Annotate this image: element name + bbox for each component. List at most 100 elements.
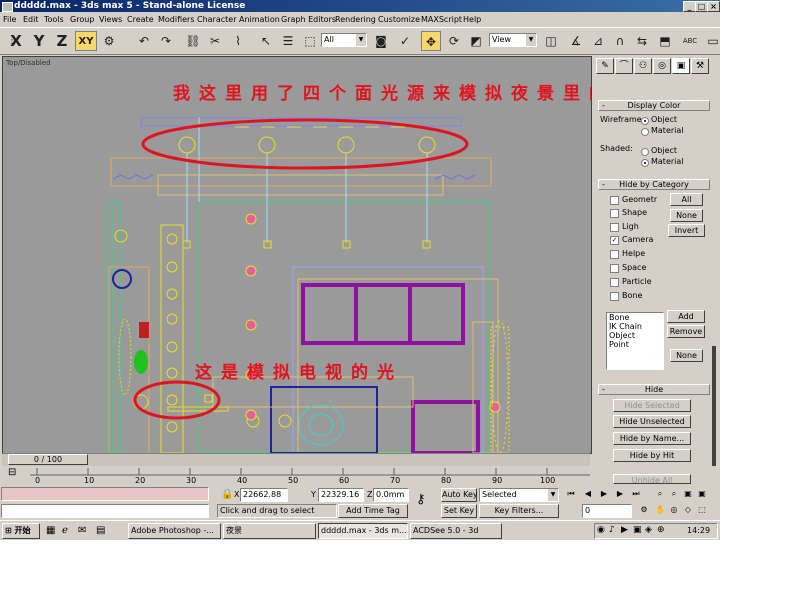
task-folder-yejing[interactable]: 夜景 (223, 523, 316, 539)
axis-xy-button[interactable]: XY (75, 31, 97, 51)
tray-icon[interactable]: ◉ (597, 525, 605, 535)
maximize-viewport-icon[interactable]: ⬚ (696, 504, 708, 516)
undo-icon[interactable]: ↶ (134, 31, 154, 51)
menu-edit[interactable]: Edit (23, 14, 39, 25)
key-mode-dropdown[interactable]: Selected ▼ (479, 488, 559, 502)
track-view-icon[interactable]: ⊟ (8, 467, 16, 478)
list-item[interactable]: Point (609, 340, 663, 349)
next-frame-icon[interactable]: ▶ (614, 488, 626, 500)
outlook-icon[interactable]: ✉ (78, 525, 86, 536)
lock-icon[interactable]: 🔒 (221, 489, 233, 500)
align-icon[interactable]: ⬒ (655, 31, 675, 51)
axis-constraint-icon[interactable]: ⚙ (99, 31, 119, 51)
category-camera-checkbox[interactable]: ✓ (610, 236, 619, 245)
menu-help[interactable]: Help (463, 14, 481, 25)
wireframe-material-radio[interactable] (641, 128, 649, 136)
previous-frame-icon[interactable]: ◀ (582, 488, 594, 500)
go-to-end-icon[interactable]: ⏭ (630, 488, 642, 500)
zoom-icon[interactable]: ⌕ (654, 488, 666, 500)
hide-by-category-rollout[interactable]: - Hide by Category (598, 179, 710, 190)
command-panel-scrollbar[interactable] (712, 346, 716, 466)
window-crossing-icon[interactable]: ◙ (371, 31, 391, 51)
close-button[interactable]: × (707, 1, 720, 12)
none-button[interactable]: None (670, 209, 703, 222)
tray-icon[interactable]: ◈ (645, 525, 652, 535)
select-move-icon[interactable]: ✓ (395, 31, 415, 51)
menu-tools[interactable]: Tools (44, 14, 64, 25)
set-key-button[interactable]: Set Key (441, 504, 477, 518)
hide-selected-button[interactable]: Hide Selected (613, 399, 691, 412)
list-item[interactable]: Bone (609, 313, 663, 322)
scale-icon[interactable]: ◩ (466, 31, 486, 51)
hide-rollout[interactable]: - Hide (598, 384, 710, 395)
list-item[interactable]: IK Chain Object (609, 322, 663, 340)
utilities-tab-icon[interactable]: ⚒ (691, 58, 709, 74)
hide-by-hit-button[interactable]: Hide by Hit (613, 449, 691, 462)
menu-graph-editors[interactable]: Graph Editors (281, 14, 336, 25)
menu-modifiers[interactable]: Modifiers (158, 14, 195, 25)
show-desktop-icon[interactable]: ▦ (46, 525, 55, 536)
axis-z-button[interactable]: Z (52, 31, 72, 51)
selection-region-icon[interactable]: ⬚ (300, 31, 320, 51)
category-shape-checkbox[interactable] (610, 209, 619, 218)
tray-icon[interactable]: ♪ (609, 525, 615, 535)
ie-icon[interactable]: ℯ (62, 525, 68, 536)
selection-filter-dropdown[interactable]: All ▼ (321, 33, 367, 47)
category-particle-checkbox[interactable] (610, 278, 619, 287)
rotate-icon[interactable]: ⟳ (444, 31, 464, 51)
coordinate-system-dropdown[interactable]: View ▼ (489, 33, 537, 47)
create-tab-icon[interactable]: ✎ (596, 58, 614, 74)
task-3dsmax[interactable]: ddddd.max - 3ds m... (318, 523, 408, 539)
arc-rotate-icon[interactable]: ◎ (668, 504, 680, 516)
wireframe-object-radio[interactable] (641, 117, 649, 125)
x-coord-field[interactable]: 22662.88 (240, 488, 288, 502)
select-object-icon[interactable]: ↖ (256, 31, 276, 51)
category-list[interactable]: Bone IK Chain Object Point (606, 312, 664, 370)
category-geometry-checkbox[interactable] (610, 196, 619, 205)
fov-icon[interactable]: ◇ (682, 504, 694, 516)
unhide-all-button[interactable]: Unhide All (613, 474, 691, 484)
clock[interactable]: 14:29 (687, 526, 710, 535)
axis-y-button[interactable]: Y (29, 31, 49, 51)
add-button[interactable]: Add (667, 310, 705, 323)
time-slider-thumb[interactable]: 0 / 100 (8, 454, 88, 465)
snap-percent-icon[interactable]: ⊿ (588, 31, 608, 51)
select-by-name-icon[interactable]: ☰ (278, 31, 298, 51)
add-time-tag-button[interactable]: Add Time Tag (338, 504, 408, 518)
category-bone-checkbox[interactable] (610, 292, 619, 301)
hide-unselected-button[interactable]: Hide Unselected (613, 415, 691, 428)
track-bar[interactable]: ⊟ 0 10 20 30 40 50 60 70 80 90 100 (0, 466, 592, 486)
hierarchy-tab-icon[interactable]: ⚇ (634, 58, 652, 74)
unlink-icon[interactable]: ✂ (205, 31, 225, 51)
key-filters-button[interactable]: Key Filters... (479, 504, 559, 518)
auto-key-button[interactable]: Auto Key (441, 488, 478, 502)
motion-tab-icon[interactable]: ◎ (653, 58, 671, 74)
top-viewport[interactable]: Top/Disabled 我这里用了四个面光源来模拟夜景里 这是模拟电视的光 (2, 56, 592, 454)
current-frame-field[interactable]: 0 (582, 504, 632, 518)
redo-icon[interactable]: ↷ (156, 31, 176, 51)
axis-x-button[interactable]: X (6, 31, 26, 51)
tray-icon[interactable]: ▶ (621, 525, 628, 535)
display-color-rollout[interactable]: - Display Color (598, 100, 710, 111)
menu-character[interactable]: Character (197, 14, 237, 25)
menu-customize[interactable]: Customize (378, 14, 420, 25)
select-link-icon[interactable]: ⛓ (183, 31, 203, 51)
y-coord-field[interactable]: 22329.16 (318, 488, 364, 502)
remove-button[interactable]: Remove (667, 325, 705, 338)
tray-icon[interactable]: ▣ (633, 525, 642, 535)
bind-space-warp-icon[interactable]: ⌇ (228, 31, 248, 51)
zoom-extents-icon[interactable]: ▣ (682, 488, 694, 500)
shaded-material-radio[interactable] (641, 159, 649, 167)
start-button[interactable]: ⊞ 开始 (2, 523, 40, 539)
media-icon[interactable]: ▤ (96, 525, 105, 536)
go-to-start-icon[interactable]: ⏮ (565, 488, 577, 500)
z-coord-field[interactable]: 0.0mm (373, 488, 409, 502)
category-helpers-checkbox[interactable] (610, 250, 619, 259)
display-tab-icon[interactable]: ▣ (672, 58, 690, 74)
named-selection-icon[interactable]: ▭ (703, 31, 720, 51)
hide-by-name-button[interactable]: Hide by Name... (613, 432, 691, 445)
pivot-center-icon[interactable]: ◫ (541, 31, 561, 51)
shaded-object-radio[interactable] (641, 148, 649, 156)
menu-views[interactable]: Views (99, 14, 122, 25)
menu-create[interactable]: Create (127, 14, 154, 25)
